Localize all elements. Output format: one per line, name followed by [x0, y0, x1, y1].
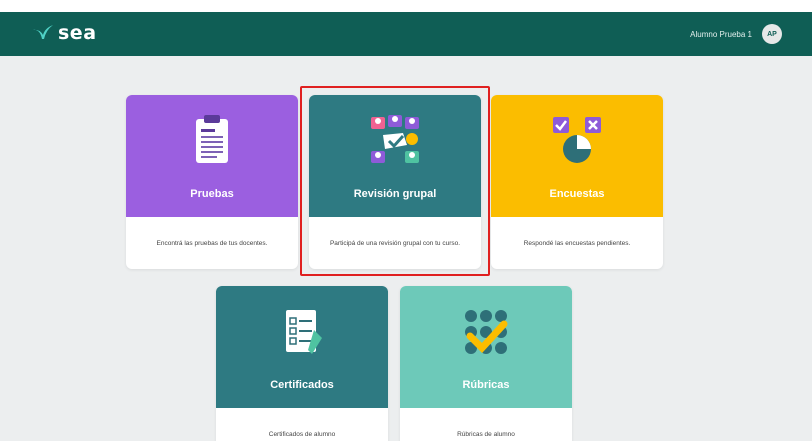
card-description: Participá de una revisión grupal con tu …: [329, 239, 461, 247]
user-menu[interactable]: Alumno Prueba 1 AP: [690, 24, 782, 44]
card-description: Certificados de alumno: [268, 430, 336, 438]
clipboard-icon: [196, 115, 228, 163]
card-description: Encontrá las pruebas de tus docentes.: [156, 239, 268, 247]
card-header: Encuestas: [491, 95, 663, 217]
survey-chart-icon: [553, 117, 601, 163]
card-header: Certificados: [216, 286, 388, 408]
logo-bird-icon: [33, 25, 53, 39]
group-review-icon: [371, 115, 419, 163]
card-title: Encuestas: [549, 188, 605, 200]
card-certificados[interactable]: Certificados Certificados de alumno: [216, 286, 388, 441]
card-pruebas[interactable]: Pruebas Encontrá las pruebas de tus doce…: [126, 95, 298, 269]
certificate-icon: [286, 310, 322, 354]
card-description: Rúbricas de alumno: [457, 430, 515, 438]
top-bar: sea Alumno Prueba 1 AP: [0, 0, 812, 56]
card-header: Pruebas: [126, 95, 298, 217]
card-title: Revisión grupal: [353, 188, 437, 200]
app-name: sea: [58, 22, 97, 44]
card-header: Revisión grupal: [309, 95, 481, 217]
card-rubricas[interactable]: Rúbricas Rúbricas de alumno: [400, 286, 572, 441]
avatar[interactable]: AP: [762, 24, 782, 44]
user-name: Alumno Prueba 1: [690, 29, 752, 39]
card-encuestas[interactable]: Encuestas Respondé las encuestas pendien…: [491, 95, 663, 269]
card-title: Certificados: [270, 379, 334, 391]
card-header: Rúbricas: [400, 286, 572, 408]
app-logo[interactable]: sea: [32, 22, 97, 44]
card-title: Rúbricas: [462, 379, 510, 391]
card-title: Pruebas: [190, 188, 234, 200]
card-revision-grupal[interactable]: Revisión grupal Participá de una revisió…: [309, 95, 481, 269]
card-description: Respondé las encuestas pendientes.: [523, 239, 631, 247]
rubric-icon: [465, 310, 508, 354]
